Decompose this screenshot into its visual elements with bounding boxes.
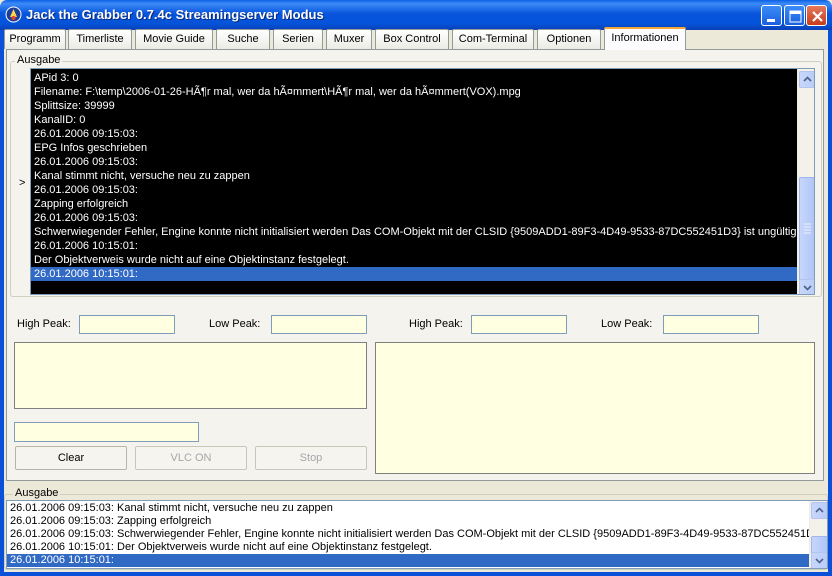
- console-line[interactable]: 26.01.2006 09:15:03:: [34, 127, 138, 141]
- chevron-down-icon: [803, 285, 812, 291]
- log-line[interactable]: 26.01.2006 09:15:03: Kanal stimmt nicht,…: [10, 502, 333, 515]
- chevron-down-icon: [815, 558, 824, 564]
- tab-muxer[interactable]: Muxer: [326, 29, 372, 49]
- high-peak-field-left[interactable]: [79, 315, 175, 334]
- scroll-thumb[interactable]: [799, 177, 814, 281]
- log-line[interactable]: 26.01.2006 10:15:01: Der Objektverweis w…: [10, 541, 432, 554]
- status-text-field[interactable]: [14, 422, 199, 442]
- window-title: Jack the Grabber 0.7.4c Streamingserver …: [26, 7, 324, 22]
- grip-icon: [804, 223, 811, 234]
- tab-programm[interactable]: Programm: [4, 29, 66, 49]
- window-frame-right: [828, 30, 832, 576]
- title-bar[interactable]: Jack the Grabber 0.7.4c Streamingserver …: [0, 0, 832, 30]
- vlc-on-button[interactable]: VLC ON: [135, 446, 247, 470]
- low-peak-field-right[interactable]: [663, 315, 759, 334]
- log-scroll-up-button[interactable]: [811, 502, 827, 519]
- tab-timerliste[interactable]: Timerliste: [68, 29, 132, 49]
- log-group-label: Ausgabe: [13, 487, 61, 499]
- console-line[interactable]: 26.01.2006 09:15:03:: [34, 155, 138, 169]
- tab-box-control[interactable]: Box Control: [375, 29, 449, 49]
- low-peak-label-left: Low Peak:: [209, 318, 261, 330]
- console-line[interactable]: KanalID: 0: [34, 113, 85, 127]
- log-scroll-down-button[interactable]: [811, 552, 827, 568]
- minimize-icon: [767, 19, 775, 22]
- scroll-down-button[interactable]: [799, 279, 814, 294]
- output-scrollbar[interactable]: [797, 69, 814, 294]
- log-list[interactable]: 26.01.2006 09:15:03: Kanal stimmt nicht,…: [6, 500, 828, 569]
- console-line[interactable]: APid 3: 0: [34, 71, 79, 85]
- tab-movie-guide[interactable]: Movie Guide: [135, 29, 213, 49]
- right-display-panel: [375, 342, 815, 474]
- tab-optionen[interactable]: Optionen: [537, 29, 601, 49]
- stop-button[interactable]: Stop: [255, 446, 367, 470]
- close-icon: [812, 11, 823, 22]
- close-button[interactable]: [806, 5, 827, 26]
- console-line[interactable]: 26.01.2006 09:15:03:: [34, 211, 138, 225]
- low-peak-label-right: Low Peak:: [601, 318, 653, 330]
- high-peak-label-right: High Peak:: [409, 318, 463, 330]
- high-peak-field-right[interactable]: [471, 315, 567, 334]
- chevron-up-icon: [803, 76, 812, 82]
- maximize-button[interactable]: [784, 5, 805, 26]
- log-line[interactable]: 26.01.2006 09:15:03: Schwerwiegender Feh…: [10, 528, 827, 541]
- tab-suche[interactable]: Suche: [216, 29, 270, 49]
- log-line[interactable]: 26.01.2006 09:15:03: Zapping erfolgreich: [10, 515, 211, 528]
- console-line[interactable]: Schwerwiegender Fehler, Engine konnte ni…: [34, 225, 814, 239]
- console-line-selected[interactable]: 26.01.2006 10:15:01:: [31, 267, 800, 281]
- maximize-icon: [789, 10, 802, 23]
- console-line[interactable]: Kanal stimmt nicht, versuche neu zu zapp…: [34, 169, 250, 183]
- console-line[interactable]: Splittsize: 39999: [34, 99, 115, 113]
- output-group-label: Ausgabe: [15, 54, 63, 66]
- chevron-up-icon: [815, 507, 824, 513]
- console-line[interactable]: 26.01.2006 09:15:03:: [34, 183, 138, 197]
- tab-serien[interactable]: Serien: [273, 29, 323, 49]
- console-line[interactable]: Filename: F:\temp\2006-01-26-HÃ¶r mal, w…: [34, 85, 521, 99]
- console-line[interactable]: 26.01.2006 10:15:01:: [34, 239, 138, 253]
- left-display-panel: [14, 342, 367, 409]
- log-scrollbar[interactable]: [809, 501, 827, 568]
- output-prompt-marker: >: [19, 177, 26, 189]
- tab-informationen[interactable]: Informationen: [604, 27, 686, 50]
- clear-button[interactable]: Clear: [15, 446, 127, 470]
- tab-com-terminal[interactable]: Com-Terminal: [452, 29, 534, 49]
- minimize-button[interactable]: [761, 5, 782, 26]
- low-peak-field-left[interactable]: [271, 315, 367, 334]
- window-frame-bottom: [0, 572, 832, 576]
- app-icon: [5, 6, 22, 23]
- window-frame-left: [0, 30, 4, 576]
- log-line-selected[interactable]: 26.01.2006 10:15:01:: [7, 554, 812, 567]
- output-console[interactable]: APid 3: 0 Filename: F:\temp\2006-01-26-HÃ…: [30, 68, 815, 295]
- scroll-up-button[interactable]: [799, 71, 814, 88]
- high-peak-label-left: High Peak:: [17, 318, 71, 330]
- console-line[interactable]: Zapping erfolgreich: [34, 197, 128, 211]
- console-line[interactable]: Der Objektverweis wurde nicht auf eine O…: [34, 253, 349, 267]
- console-line[interactable]: EPG Infos geschrieben: [34, 141, 147, 155]
